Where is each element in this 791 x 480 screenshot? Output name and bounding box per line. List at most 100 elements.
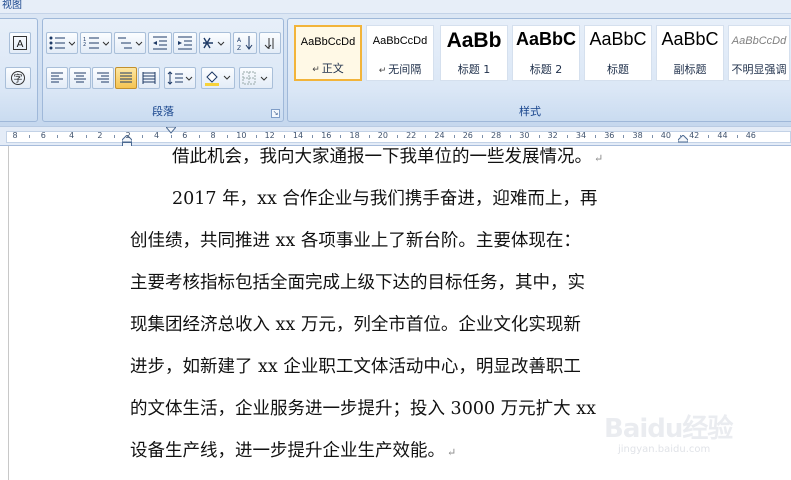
style-sample: AaBbC (661, 29, 719, 49)
ruler-number: 26 (462, 131, 473, 140)
document-line-text: 2017 年，xx 合作企业与我们携手奋进，迎难而上，再 (172, 189, 598, 209)
style-name: 副标题 (657, 61, 723, 77)
align-left-button[interactable] (46, 67, 68, 89)
document-line[interactable]: 主要考核指标包括全面完成上级下达的目标任务，其中，实 (130, 272, 585, 294)
style-name-text: 正文 (321, 62, 344, 75)
svg-text:字: 字 (13, 73, 22, 85)
ruler-tick (651, 135, 653, 138)
svg-text:Z: Z (237, 45, 241, 51)
style-name-text: 标题 (607, 63, 629, 76)
style-item[interactable]: AaBbCcDd 不明显强调 (728, 25, 790, 81)
ruler-tick (566, 135, 568, 138)
decrease-indent-button[interactable] (148, 32, 172, 54)
svg-text:A: A (17, 39, 24, 50)
document-line-text: 的文体生活，企业服务进一步提升；投入 3000 万元扩大 xx (130, 399, 596, 419)
style-mark: ↵ (378, 66, 387, 76)
style-name-text: 副标题 (673, 63, 707, 76)
document-line-text: 借此机会，我向大家通报一下我单位的一些发展情况。 (172, 147, 592, 167)
ruler-tick (170, 135, 172, 138)
document-line[interactable]: 创佳绩，共同推进 xx 各项事业上了新台阶。主要体现在： (130, 230, 581, 252)
ruler-tick (368, 135, 370, 138)
style-name: 不明显强调 (729, 61, 789, 77)
document-line[interactable]: 设备生产线，进一步提升企业生产效能。 ↵ (130, 440, 456, 464)
style-name: ↵ 无间隔 (367, 61, 433, 77)
distributed-button[interactable] (138, 67, 160, 89)
bullets-button[interactable] (46, 32, 78, 54)
baidu-watermark: Baidu经验 jingyan.baidu.com (604, 404, 754, 464)
ruler-number: 8 (210, 131, 216, 140)
increase-indent-button[interactable] (173, 32, 197, 54)
ruler-number: 2 (97, 131, 103, 140)
document-line[interactable]: 现集团经济总收入 xx 万元，列全市首位。企业文化实现新 (130, 314, 581, 336)
style-name-text: 标题 1 (457, 63, 491, 76)
paint-bucket-icon (205, 71, 231, 86)
chinese-layout-button[interactable] (199, 32, 231, 54)
ruler-number: 14 (292, 131, 304, 140)
sort-az-icon: AZ (237, 36, 253, 51)
ruler-tick (114, 135, 116, 138)
horizontal-ruler[interactable]: 8 6 4 2 2 4 6 8 10 12 14 16 18 20 22 24 26 28 30 32 34 36 38 40… (0, 126, 791, 147)
style-item[interactable]: AaBbCcDd ↵ 无间隔 (366, 25, 434, 81)
ruler-number: 2 (125, 131, 131, 140)
document-line-text: 现集团经济总收入 xx 万元，列全市首位。企业文化实现新 (130, 315, 581, 335)
ruler-tick (340, 135, 342, 138)
menu-strip: 视图 (0, 0, 791, 14)
ruler-number: 44 (717, 131, 728, 140)
document-line[interactable]: 的文体生活，企业服务进一步提升；投入 3000 万元扩大 xx (130, 398, 596, 420)
align-right-button[interactable] (92, 67, 114, 89)
ruler-number: 12 (264, 131, 275, 140)
line-spacing-icon (167, 71, 193, 85)
ruler-tick (453, 135, 455, 138)
ruler-tick (481, 135, 483, 138)
align-center-icon (74, 72, 86, 83)
align-left-icon (51, 72, 63, 83)
menu-view-tab[interactable]: 视图 (2, 0, 22, 12)
style-item[interactable]: AaBbCcDd ↵ 正文 (294, 25, 362, 81)
paragraph-dialog-launcher[interactable]: ↘ (271, 109, 280, 118)
ruler-number: 20 (377, 131, 388, 140)
ruler-tick (29, 135, 31, 138)
sort-button[interactable]: AZ (233, 32, 257, 54)
ruler-number: 42 (689, 131, 700, 140)
first-line-indent-marker-icon[interactable] (166, 127, 176, 134)
style-item[interactable]: AaBb 标题 1 (440, 25, 508, 81)
multilevel-list-button[interactable] (114, 32, 146, 54)
ruler-tick (680, 135, 682, 138)
document-line-text: 进步，如新建了 xx 企业职工文体活动中心，明显改善职工 (130, 357, 581, 377)
paragraph-mark: ↵ (594, 152, 604, 165)
document-line[interactable]: 进步，如新建了 xx 企业职工文体活动中心，明显改善职工 (130, 356, 581, 378)
style-name: 标题 2 (513, 61, 579, 77)
style-item[interactable]: AaBbC 副标题 (656, 25, 724, 81)
align-center-button[interactable] (69, 67, 91, 89)
document-line[interactable]: 借此机会，我向大家通报一下我单位的一些发展情况。 ↵ (172, 146, 603, 170)
style-mark: ↵ (312, 65, 320, 75)
ruler-tick (510, 135, 512, 138)
style-item[interactable]: AaBbC 标题 (584, 25, 652, 81)
ruler-number: 32 (547, 131, 558, 140)
line-spacing-button[interactable] (164, 67, 196, 89)
shading-button[interactable] (201, 67, 235, 89)
borders-button[interactable] (239, 67, 273, 89)
style-sample: AaBbC (515, 29, 576, 49)
style-name: 标题 (585, 61, 651, 77)
ruler-number: 18 (349, 131, 360, 140)
styles-group-label: 样式 (519, 105, 541, 118)
ruler-tick (283, 135, 285, 138)
style-item[interactable]: AaBbC 标题 2 (512, 25, 580, 81)
numbering-button[interactable]: 12 (80, 32, 112, 54)
ruler-number: 4 (69, 131, 75, 140)
ruler-tick (736, 135, 738, 138)
char-border-button[interactable]: 字 (5, 67, 31, 89)
style-name-text: 不明显强调 (731, 63, 787, 76)
justify-button[interactable] (115, 67, 137, 89)
document-line[interactable]: 2017 年，xx 合作企业与我们携手奋进，迎难而上，再 (172, 188, 597, 210)
ruler-tick (538, 135, 540, 138)
paragraph-mark-icon (264, 38, 274, 49)
ruler-tick (623, 135, 625, 138)
ruler-number: 10 (236, 131, 247, 140)
show-marks-button[interactable] (259, 32, 281, 54)
ruler-number: 30 (519, 131, 530, 140)
style-sample: AaBbCcDd (300, 36, 356, 48)
ruler-tick (425, 135, 427, 138)
font-color-a-button[interactable]: A (9, 32, 31, 54)
